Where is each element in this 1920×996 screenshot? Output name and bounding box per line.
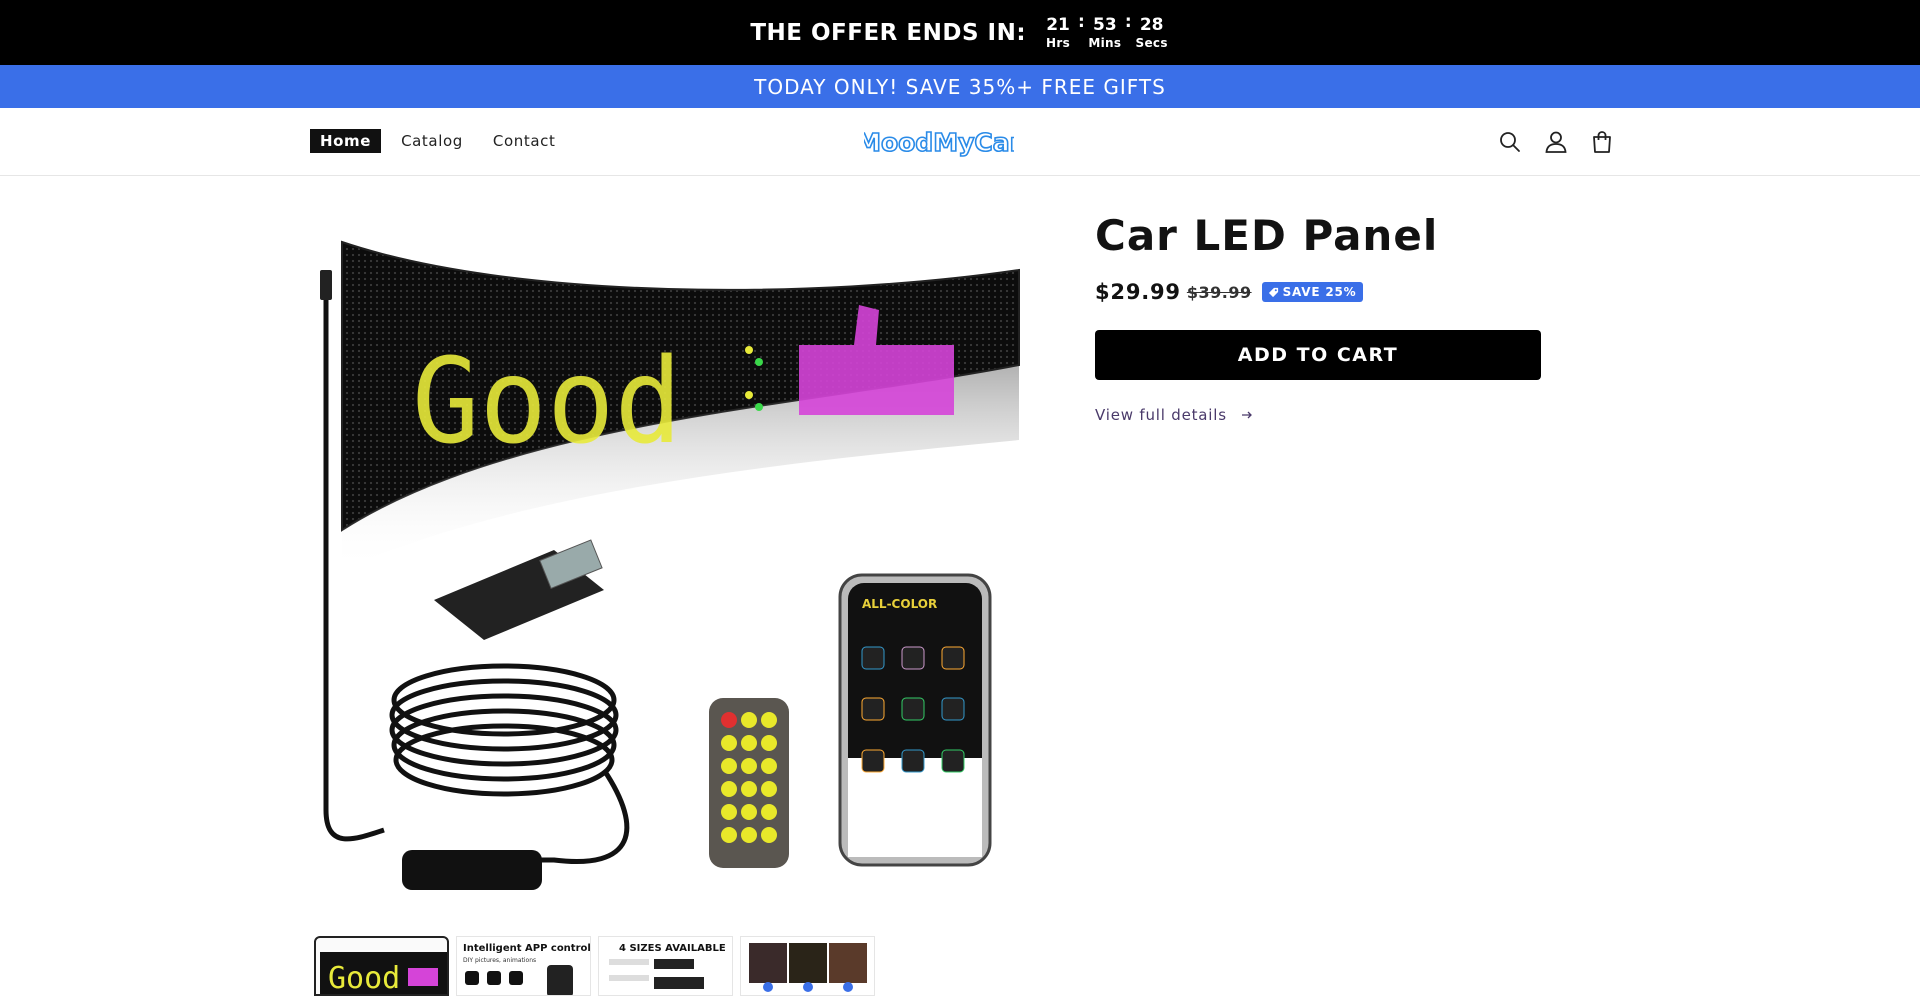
countdown-seconds: 28 Secs: [1134, 15, 1170, 51]
countdown-minutes-value: 53: [1093, 14, 1117, 35]
announcement-text: TODAY ONLY! SAVE 35%+ FREE GIFTS: [754, 74, 1166, 99]
announcement-bar: TODAY ONLY! SAVE 35%+ FREE GIFTS: [0, 65, 1920, 108]
countdown-hours-label: Hrs: [1046, 35, 1071, 50]
thumbnail-2-image: Intelligent APP control DIY pictures, an…: [457, 937, 591, 995]
thumbnail-3-caption: 4 SIZES AVAILABLE: [619, 943, 726, 954]
countdown-separator: :: [1078, 12, 1085, 32]
product-thumbnails: Good Intelligent APP control DIY picture…: [314, 936, 875, 996]
thumbnail-3-image: 4 SIZES AVAILABLE: [599, 937, 732, 995]
thumbnail-2-subcaption: DIY pictures, animations: [463, 957, 536, 964]
view-full-details-link[interactable]: View full details: [1095, 406, 1545, 424]
product-info: Car LED Panel $29.99 $39.99 SAVE 25% ADD…: [1095, 208, 1545, 424]
cart-icon[interactable]: [1589, 129, 1615, 155]
tag-icon: [1268, 287, 1278, 297]
countdown-title: THE OFFER ENDS IN:: [750, 19, 1027, 46]
account-icon[interactable]: [1543, 129, 1569, 155]
phone-app-title: ALL-COLOR: [862, 597, 937, 611]
nav-catalog[interactable]: Catalog: [391, 129, 473, 153]
countdown-minutes: 53 Mins: [1087, 15, 1123, 51]
compare-at-price: $39.99: [1186, 282, 1252, 302]
countdown-separator: :: [1124, 12, 1132, 32]
countdown-hours-value: 21: [1046, 14, 1070, 35]
store-logo[interactable]: MoodMyCar: [864, 124, 1014, 160]
thumbnail-4[interactable]: [740, 936, 875, 996]
view-full-details-label: View full details: [1095, 406, 1227, 424]
product-main-image[interactable]: Good ALL-COLOR: [314, 210, 1024, 910]
thumbnail-3[interactable]: 4 SIZES AVAILABLE: [598, 936, 733, 996]
header-icons: [1497, 129, 1615, 155]
thumbnail-4-image: [741, 937, 874, 995]
thumbnail-2-caption: Intelligent APP control: [463, 943, 591, 954]
arrow-right-icon: [1241, 411, 1252, 419]
main-nav: Home Catalog Contact: [310, 129, 565, 153]
countdown-hours: 21 Hrs: [1040, 15, 1076, 51]
add-to-cart-button[interactable]: ADD TO CART: [1095, 330, 1541, 380]
countdown-minutes-label: Mins: [1088, 35, 1122, 50]
countdown-seconds-label: Secs: [1135, 35, 1168, 50]
logo-text: MoodMyCar: [864, 128, 1014, 157]
thumbnail-2[interactable]: Intelligent APP control DIY pictures, an…: [456, 936, 591, 996]
search-icon[interactable]: [1497, 129, 1523, 155]
site-header: Home Catalog Contact MoodMyCar: [0, 108, 1920, 176]
thumbnail-1-caption: Good: [328, 961, 400, 996]
nav-home[interactable]: Home: [310, 129, 382, 153]
countdown-seconds-value: 28: [1139, 14, 1164, 35]
save-badge: SAVE 25%: [1261, 282, 1363, 302]
product-title: Car LED Panel: [1095, 211, 1439, 260]
sale-price: $29.99: [1095, 280, 1181, 304]
thumbnail-1-image: Good: [320, 952, 447, 996]
nav-contact[interactable]: Contact: [483, 129, 566, 153]
price-row: $29.99 $39.99 SAVE 25%: [1095, 280, 1545, 304]
countdown-bar: THE OFFER ENDS IN: 21 Hrs : 53 Mins : 28…: [0, 0, 1920, 65]
save-badge-label: SAVE 25%: [1282, 285, 1357, 299]
thumbnail-1[interactable]: Good: [314, 936, 449, 996]
led-display-text: Good: [412, 332, 682, 470]
